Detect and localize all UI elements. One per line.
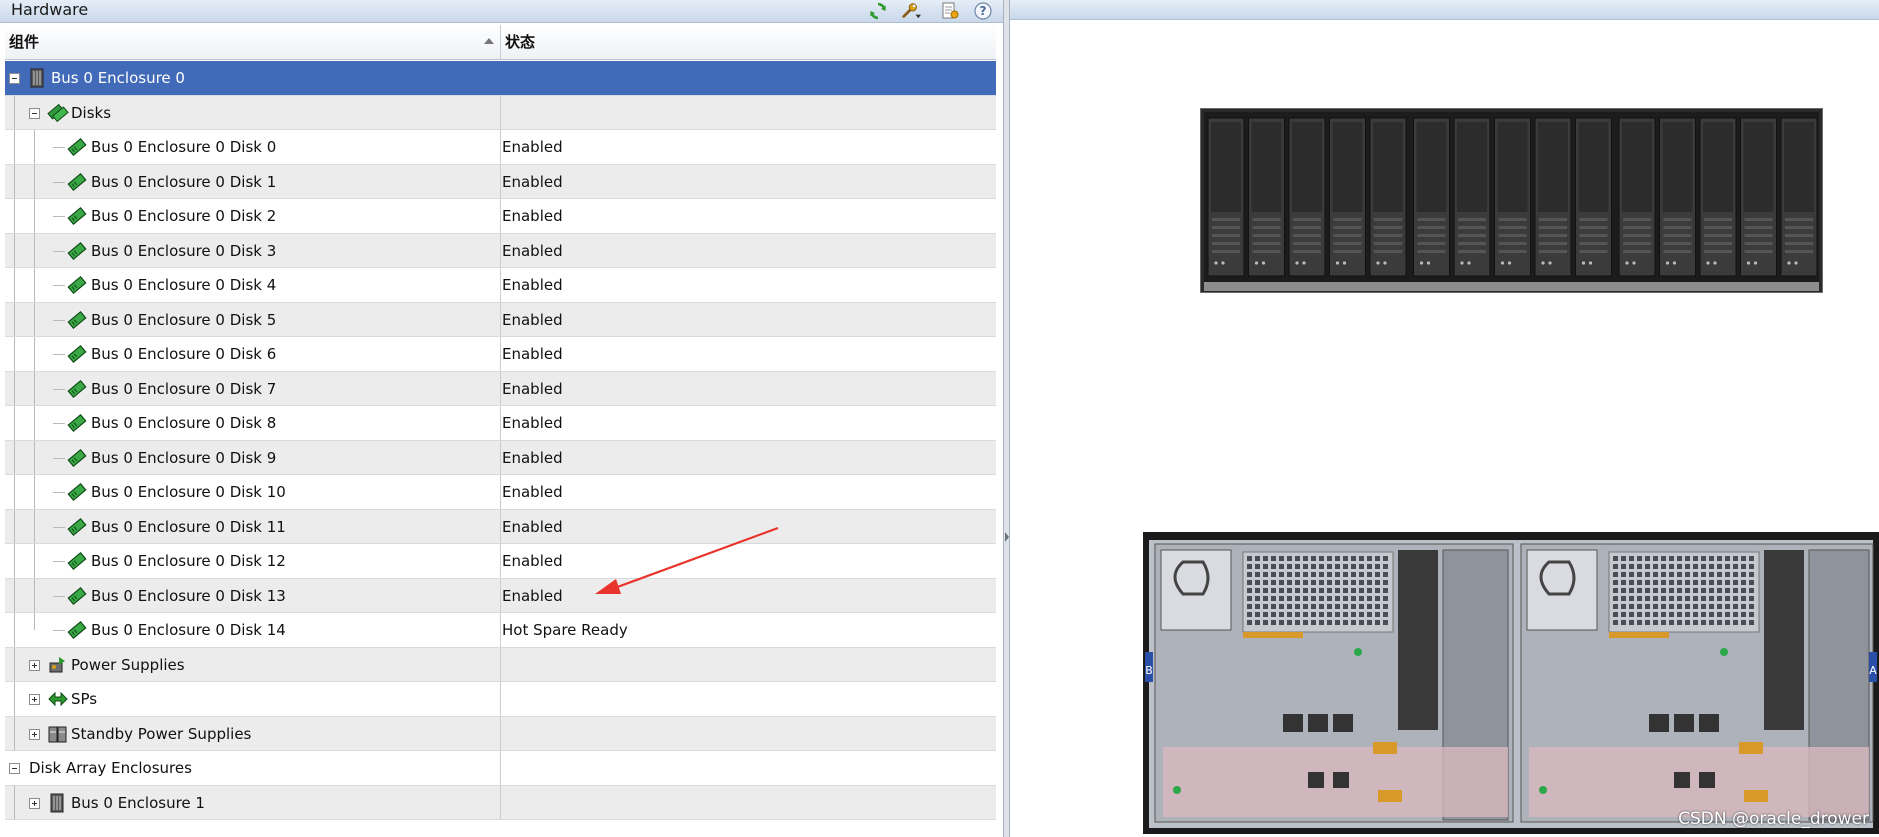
drive-slot (1288, 117, 1326, 277)
drive-slot (1659, 117, 1696, 277)
hardware-panel: Hardware ? 组件 状态 Bus 0 Enclosure 0 Disks… (0, 0, 1003, 837)
drive-slot (1494, 117, 1531, 277)
enclosure-preview-panel: B A CSDN @oracle_drower (1010, 0, 1879, 837)
annotation-arrow (595, 526, 779, 594)
collapse-arrow-icon[interactable] (1005, 532, 1009, 542)
storage-processor-b (1154, 543, 1514, 823)
drive-slot (1618, 117, 1656, 277)
sp-a-label: A (1869, 664, 1877, 677)
drive-slot (1699, 117, 1737, 277)
enclosure-front-view (1200, 108, 1823, 293)
drive-slot (1453, 117, 1491, 277)
storage-processor-a (1520, 543, 1874, 823)
drive-slot (1780, 117, 1818, 277)
drive-slot (1369, 117, 1407, 277)
sp-b-label: B (1145, 664, 1153, 677)
watermark: CSDN @oracle_drower (1678, 809, 1869, 829)
enclosure-rear-view: B A (1143, 532, 1879, 834)
drive-slot (1740, 117, 1777, 277)
preview-titlebar (1010, 0, 1879, 20)
panel-splitter[interactable] (1003, 0, 1010, 837)
drive-slot (1248, 117, 1285, 277)
drive-slot (1534, 117, 1572, 277)
drive-slot (1207, 117, 1245, 277)
drive-slot (1575, 117, 1612, 277)
drive-slot (1329, 117, 1366, 277)
drive-slot (1413, 117, 1450, 277)
